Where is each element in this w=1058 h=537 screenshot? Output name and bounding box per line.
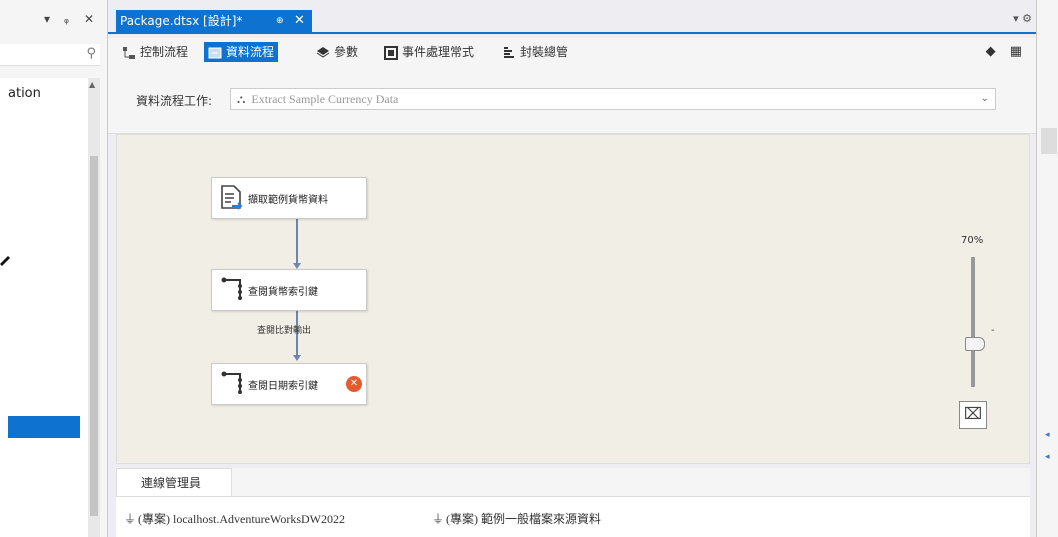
tree-item-label[interactable]: ation bbox=[8, 86, 41, 101]
scrollbar-thumb[interactable] bbox=[90, 156, 98, 516]
properties-panel-edge: ◂ ◂ bbox=[1036, 0, 1058, 537]
panel-scrollbar-thumb[interactable] bbox=[1041, 128, 1057, 154]
panel-tree: ation bbox=[0, 78, 88, 537]
panel-marker-icon: ◂ bbox=[1045, 452, 1050, 462]
zoom-to-fit-button[interactable]: ⌧ bbox=[959, 401, 987, 429]
data-flow-task-select[interactable]: ⛬ Extract Sample Currency Data ⌄ bbox=[230, 88, 996, 110]
toolbar-right-icons: ◆ ▦ bbox=[986, 44, 1022, 59]
connection-manager-panel: 連線管理員 ⏚ (專案) localhost.AdventureWorksDW20… bbox=[116, 468, 1030, 537]
data-path-arrowhead bbox=[293, 355, 301, 361]
panel-close-icon[interactable]: ✕ bbox=[84, 12, 94, 26]
component-label: 查閱日期索引鍵 bbox=[248, 381, 318, 392]
data-flow-task-icon: ⛬ bbox=[237, 92, 246, 106]
connection-item[interactable]: ⏚ (專案) localhost.AdventureWorksDW2022 bbox=[124, 510, 345, 527]
data-flow-canvas[interactable]: 查閱比對輸出 擷取範例貨幣資料 查閱貨幣索引鍵 查閱日期索引鍵 ✕ 70% - … bbox=[116, 134, 1030, 464]
scroll-up-icon[interactable]: ▲ bbox=[89, 80, 95, 89]
chevron-down-icon[interactable]: ⌄ bbox=[981, 89, 989, 109]
event-handlers-icon bbox=[384, 45, 398, 60]
data-flow-task-value: Extract Sample Currency Data bbox=[251, 92, 399, 106]
fit-view-icon: ⌧ bbox=[963, 404, 983, 423]
data-flow-icon bbox=[208, 47, 222, 58]
parameters-icon bbox=[316, 46, 330, 58]
document-tabstrip: Package.dtsx [設計]* ⊕ ✕ ▾ ⚙ bbox=[108, 10, 1036, 34]
zoom-control: 70% - ⌧ bbox=[955, 235, 999, 435]
designer-toolbar: 控制流程 資料流程 參數 事件處理常式 封裝總管 ◆ ▦ bbox=[108, 38, 1036, 66]
package-designer: Package.dtsx [設計]* ⊕ ✕ ▾ ⚙ 控制流程 資料流程 參數 … bbox=[108, 0, 1036, 537]
mouse-cursor-icon bbox=[0, 256, 10, 266]
connection-plug-icon: ⏚ bbox=[432, 512, 445, 526]
tab-title: Package.dtsx [設計]* bbox=[120, 14, 243, 28]
search-icon[interactable]: ⚲ bbox=[86, 46, 96, 61]
panel-search-input[interactable]: ⚲ bbox=[0, 44, 100, 66]
zoom-slider-track[interactable] bbox=[971, 257, 975, 387]
control-flow-icon bbox=[123, 46, 135, 59]
solution-explorer-panel: ▾ ᵩ ✕ ⚲ ation ▲ bbox=[0, 0, 108, 537]
data-flow-task-row: 資料流程工作: ⛬ Extract Sample Currency Data ⌄ bbox=[108, 66, 1036, 134]
tab-connection-managers[interactable]: 連線管理員 bbox=[116, 468, 232, 496]
tab-close-icon[interactable]: ✕ bbox=[294, 10, 305, 32]
connection-item[interactable]: ⏚ (專案) 範例一般檔案來源資料 bbox=[432, 510, 601, 527]
parameters-layer-icon[interactable]: ◆ bbox=[986, 44, 996, 59]
zoom-tick-mark: - bbox=[991, 325, 995, 336]
data-flow-task-label: 資料流程工作: bbox=[136, 94, 213, 108]
tabstrip-controls[interactable]: ▾ ⚙ bbox=[1013, 12, 1032, 25]
flat-file-source-icon bbox=[221, 185, 243, 210]
tab-data-flow[interactable]: 資料流程 bbox=[204, 42, 279, 62]
tree-item-selected[interactable] bbox=[8, 416, 80, 438]
tab-package-explorer[interactable]: 封裝總管 bbox=[502, 42, 568, 62]
component-lookup-currency[interactable]: 查閱貨幣索引鍵 bbox=[211, 269, 367, 311]
panel-dropdown-icon[interactable]: ▾ bbox=[44, 12, 50, 26]
component-label: 查閱貨幣索引鍵 bbox=[248, 287, 318, 298]
connection-manager-list[interactable]: ⏚ (專案) localhost.AdventureWorksDW2022 ⏚ (專… bbox=[116, 496, 1030, 537]
connection-plug-icon: ⏚ bbox=[124, 512, 137, 526]
zoom-level-label: 70% bbox=[961, 235, 984, 246]
panel-marker-icon: ◂ bbox=[1045, 430, 1050, 440]
panel-pin-icon[interactable]: ᵩ bbox=[64, 12, 69, 26]
data-path-connector[interactable] bbox=[296, 219, 298, 267]
component-lookup-date[interactable]: 查閱日期索引鍵 ✕ bbox=[211, 363, 367, 405]
data-path-label[interactable]: 查閱比對輸出 bbox=[257, 323, 311, 336]
tab-control-flow[interactable]: 控制流程 bbox=[122, 42, 188, 62]
component-flat-file-source[interactable]: 擷取範例貨幣資料 bbox=[211, 177, 367, 219]
error-icon[interactable]: ✕ bbox=[346, 376, 362, 392]
tab-pin-icon[interactable]: ⊕ bbox=[276, 10, 284, 32]
lookup-transform-icon bbox=[221, 371, 242, 394]
component-label: 擷取範例貨幣資料 bbox=[248, 195, 328, 206]
tab-parameters[interactable]: 參數 bbox=[316, 42, 358, 62]
zoom-slider-thumb[interactable] bbox=[965, 337, 985, 351]
variables-grid-icon[interactable]: ▦ bbox=[1010, 44, 1022, 59]
package-explorer-icon bbox=[504, 46, 514, 58]
lookup-transform-icon bbox=[221, 277, 242, 300]
panel-titlebar: ▾ ᵩ ✕ bbox=[0, 10, 108, 32]
panel-scrollbar[interactable]: ▲ bbox=[88, 78, 100, 537]
tab-event-handlers[interactable]: 事件處理常式 bbox=[384, 42, 474, 62]
tab-package-dtsx[interactable]: Package.dtsx [設計]* ⊕ ✕ bbox=[116, 10, 312, 32]
